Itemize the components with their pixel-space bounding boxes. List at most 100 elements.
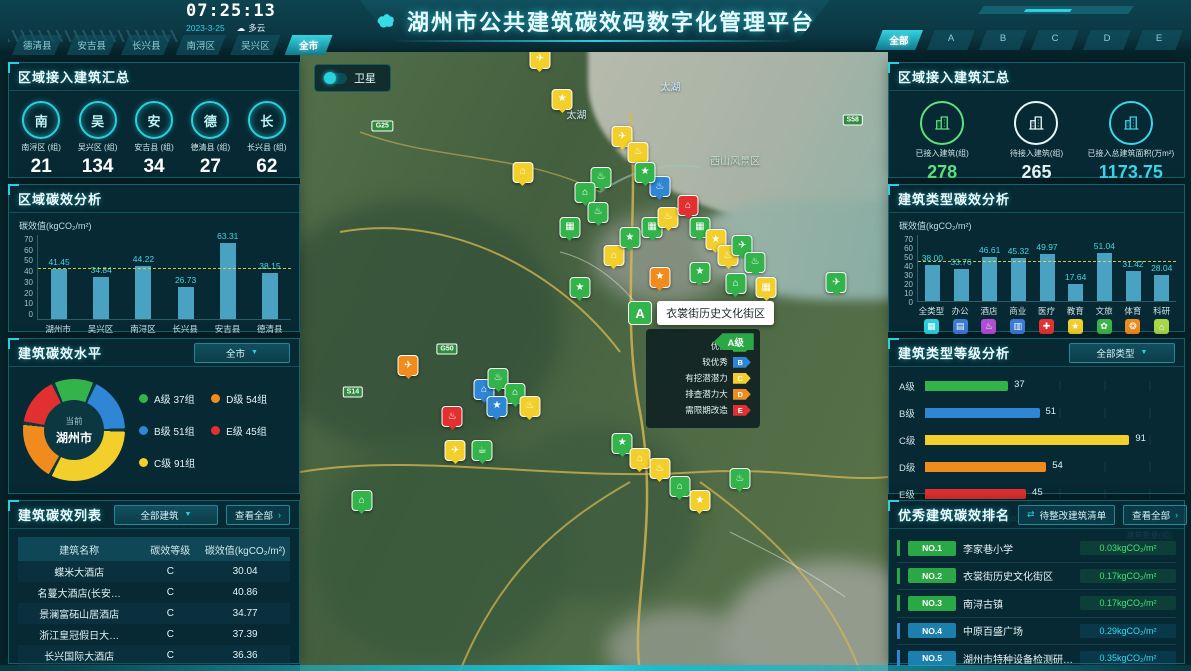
ranking-row-NO.2[interactable]: NO.2衣裳街历史文化街区0.17kgCO₂/m² xyxy=(897,563,1176,591)
table-row[interactable]: 蝶米大酒店C30.04 xyxy=(18,561,290,582)
region-badge-label: 安吉县 (组) xyxy=(134,142,174,153)
rank-accent-bar xyxy=(897,650,900,666)
region-circle-icon: 吴 xyxy=(79,101,117,139)
map-building-marker[interactable]: ♨ xyxy=(729,468,750,489)
region-tab-安吉县[interactable]: 安吉县 xyxy=(67,35,118,55)
type-filter-dropdown[interactable]: 全部类型 ▼ xyxy=(1069,343,1175,363)
marker-glyph-icon: ▦ xyxy=(565,222,574,232)
map-building-marker[interactable]: ✈ xyxy=(398,355,419,376)
panel-title: 区域接入建筑汇总 xyxy=(898,67,1175,86)
rectify-list-button[interactable]: ⇄ 待整改建筑清单 xyxy=(1018,505,1115,525)
dropdown-value: 全部类型 xyxy=(1097,346,1135,360)
map-building-marker[interactable]: ♨ xyxy=(658,207,679,228)
marker-glyph-icon: ⌂ xyxy=(520,167,526,177)
map-building-marker[interactable]: ⌂ xyxy=(575,182,596,203)
map-building-marker[interactable]: ✈ xyxy=(529,52,550,69)
ranking-row-NO.1[interactable]: NO.1李家巷小学0.03kgCO₂/m² xyxy=(897,535,1176,563)
map-building-marker[interactable]: ⌂ xyxy=(669,476,690,497)
map-building-marker[interactable]: ♨ xyxy=(588,202,609,223)
map-building-marker[interactable]: ★ xyxy=(689,490,710,511)
region-tab-吴兴区[interactable]: 吴兴区 xyxy=(230,35,281,55)
map-building-marker[interactable]: ♨ xyxy=(442,406,463,427)
stat-value: 265 xyxy=(1021,162,1051,183)
marker-glyph-icon: ♨ xyxy=(655,464,664,474)
marker-glyph-icon: ✈ xyxy=(618,132,626,142)
grade-tab-C[interactable]: C xyxy=(1031,30,1079,50)
satellite-toggle[interactable]: 卫星 xyxy=(314,64,391,92)
grade-tab-A[interactable]: A xyxy=(927,30,975,50)
map-building-marker[interactable]: ▦ xyxy=(756,277,777,298)
grade-tab-E[interactable]: E xyxy=(1135,30,1183,50)
legend-dot-icon xyxy=(211,426,220,435)
rank-building-name: 湖州市特种设备检测研究院（长兴） xyxy=(963,651,1073,666)
panel-title: 建筑碳效列表 xyxy=(18,505,106,524)
map-building-marker[interactable]: ★ xyxy=(569,277,590,298)
table-row[interactable]: 长兴国际大酒店C36.36 xyxy=(18,645,290,666)
map-building-marker[interactable]: ⌂ xyxy=(351,490,372,511)
building-filter-dropdown[interactable]: 全部建筑 ▼ xyxy=(114,505,218,525)
marker-glyph-icon: ♨ xyxy=(735,474,744,484)
region-tab-德清县[interactable]: 德清县 xyxy=(12,35,63,55)
map-building-marker[interactable]: ★ xyxy=(619,227,640,248)
panel-carbon-level: 建筑碳效水平 全市 ▼ 当前 湖州市 A级 37组B级 51组C级 91组D级 … xyxy=(8,338,300,494)
ranking-row-NO.4[interactable]: NO.4中原百盛广场0.29kgCO₂/m² xyxy=(897,618,1176,646)
citywide-dropdown[interactable]: 全市 ▼ xyxy=(194,343,290,363)
rank-accent-bar xyxy=(897,623,900,639)
map-building-marker[interactable]: ⌂ xyxy=(725,273,746,294)
view-all-button[interactable]: 查看全部 › xyxy=(226,505,290,525)
region-badge-value: 34 xyxy=(143,156,164,178)
rank-building-name: 李家巷小学 xyxy=(963,541,1073,556)
table-header-row: 建筑名称碳效等级碳效值(kgCO₂/m²) xyxy=(18,537,290,561)
map-building-marker[interactable]: ☕ xyxy=(472,440,493,461)
category-icon-row: ▦▤♨▥✚★✿❂⌂ xyxy=(917,319,1176,334)
marker-glyph-icon: ▦ xyxy=(647,222,656,232)
title-banner: 湖州市公共建筑碳效码数字化管理平台 xyxy=(360,0,830,42)
region-tab-长兴县[interactable]: 长兴县 xyxy=(121,35,172,55)
panel-region-summary-right: 区域接入建筑汇总 已接入建筑(组)278待接入建筑(组)265已接入总建筑面积(… xyxy=(888,62,1185,178)
map[interactable]: 太湖太湖西山风景区G25G50S14S58 ✈★⌂♨⌂♨▦✈♨♨★⌂★▦♨⌂▦★… xyxy=(300,52,888,671)
map-building-marker[interactable]: ⌂ xyxy=(512,162,533,183)
grade-tab-B[interactable]: B xyxy=(979,30,1027,50)
panel-building-list: 建筑碳效列表 全部建筑 ▼ 查看全部 › 建筑名称碳效等级碳效值(kgCO₂/m… xyxy=(8,500,300,664)
y-axis-label: 碳效值(kgCO₂/m²) xyxy=(899,219,1176,232)
map-building-marker[interactable]: ♨ xyxy=(628,142,649,163)
map-building-marker[interactable]: ▦ xyxy=(559,217,580,238)
panel-ranking: 优秀建筑碳效排名 ⇄ 待整改建筑清单 查看全部 › NO.1李家巷小学0.03k… xyxy=(888,500,1185,664)
marker-glyph-icon: ✈ xyxy=(404,361,412,371)
map-building-marker[interactable]: ⌂ xyxy=(678,195,699,216)
map-building-marker[interactable]: ♨ xyxy=(519,396,540,417)
level-bar-row-D级: D级54 xyxy=(899,460,1172,474)
dashboard-root: 太湖太湖西山风景区G25G50S14S58 ✈★⌂♨⌂♨▦✈♨♨★⌂★▦♨⌂▦★… xyxy=(0,0,1191,671)
map-building-marker[interactable]: ⌂ xyxy=(629,448,650,469)
table-row[interactable]: 景澜富砳山居酒店C34.77 xyxy=(18,603,290,624)
grade-tab-全部[interactable]: 全部 xyxy=(875,30,923,50)
map-legend-row-E: 需限期改造E xyxy=(655,404,751,416)
ranking-row-NO.3[interactable]: NO.3南浔古镇0.17kgCO₂/m² xyxy=(897,590,1176,618)
panel-type-carbon-analysis: 建筑类型碳效分析 碳效值(kgCO₂/m²)70605040302010038.… xyxy=(888,184,1185,332)
y-axis-ticks: 706050403020100 xyxy=(17,235,37,319)
panel-type-level-analysis: 建筑类型等级分析 全部类型 ▼ A级37B级51C级91D级54E级450204… xyxy=(888,338,1185,494)
region-tab-南浔区[interactable]: 南浔区 xyxy=(176,35,227,55)
stat-item-1: 待接入建筑(组)265 xyxy=(989,101,1083,183)
map-building-marker[interactable]: ✈ xyxy=(445,440,466,461)
region-tab-全市[interactable]: 全市 xyxy=(285,35,333,55)
table-row[interactable]: 浙江皇冠假日大…C37.39 xyxy=(18,624,290,645)
map-building-marker[interactable]: ♨ xyxy=(745,252,766,273)
map-building-marker[interactable]: ✈ xyxy=(826,272,847,293)
marker-glyph-icon: ★ xyxy=(695,267,704,277)
map-tooltip[interactable]: A 衣裳街历史文化街区 xyxy=(628,301,774,325)
map-building-marker[interactable]: ★ xyxy=(486,396,507,417)
grade-tab-D[interactable]: D xyxy=(1083,30,1131,50)
map-building-marker[interactable]: ♨ xyxy=(649,458,670,479)
toggle-switch-icon[interactable] xyxy=(323,73,347,84)
bar-商业: 45.32 xyxy=(1004,246,1033,301)
ranking-view-all-button[interactable]: 查看全部 › xyxy=(1123,505,1187,525)
marker-glyph-icon: ♨ xyxy=(634,147,643,157)
map-building-marker[interactable]: ★ xyxy=(635,162,656,183)
map-building-marker[interactable]: ★ xyxy=(649,267,670,288)
map-building-marker[interactable]: ⌂ xyxy=(603,245,624,266)
map-building-marker[interactable]: ★ xyxy=(689,262,710,283)
table-row[interactable]: 名蔓大酒店(长安…C40.86 xyxy=(18,582,290,603)
map-building-marker[interactable]: ★ xyxy=(552,89,573,110)
rank-carbon-value: 0.17kgCO₂/m² xyxy=(1080,569,1176,583)
